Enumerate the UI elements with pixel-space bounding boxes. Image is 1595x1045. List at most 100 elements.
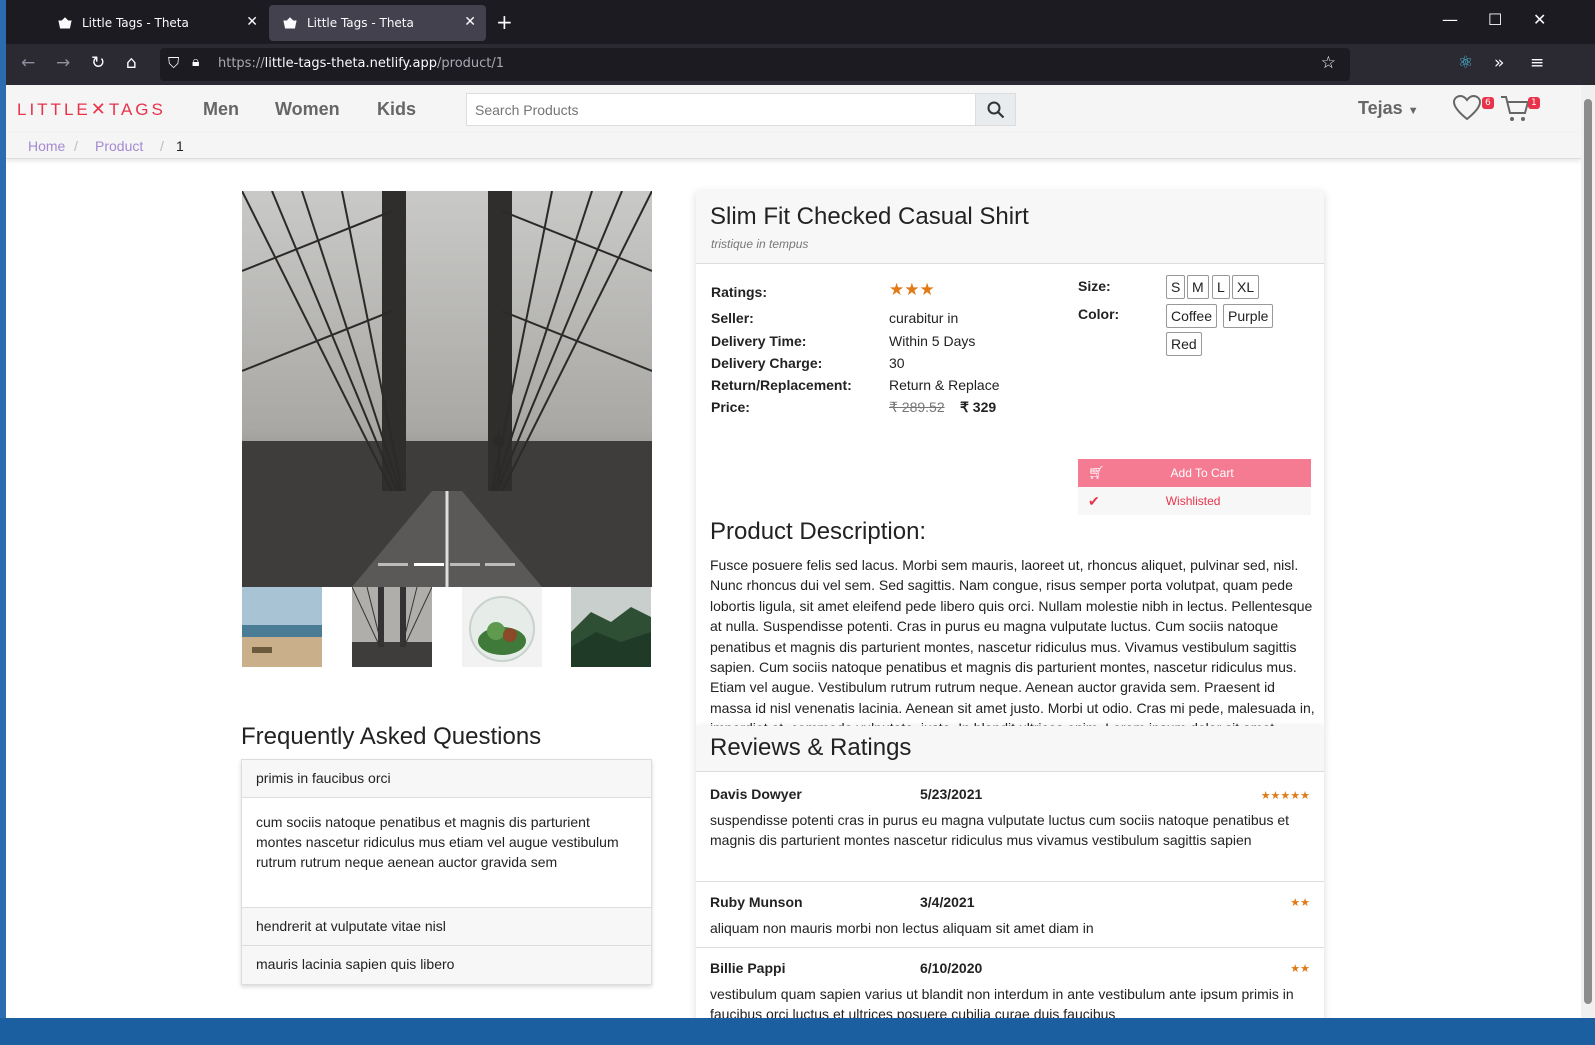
nav-women[interactable]: Women — [275, 99, 340, 120]
description-title: Product Description: — [710, 518, 927, 545]
reviewer-name: Ruby Munson — [710, 894, 803, 910]
breadcrumb-separator: / — [74, 138, 78, 154]
forward-icon[interactable]: → — [56, 53, 70, 73]
back-icon[interactable]: ← — [21, 53, 35, 73]
hamburger-menu-icon[interactable]: ≡ — [1530, 53, 1544, 73]
carousel-indicator[interactable] — [485, 563, 515, 566]
seller-label: Seller: — [711, 310, 754, 326]
nav-men[interactable]: Men — [203, 99, 239, 120]
maximize-icon[interactable]: ☐ — [1488, 10, 1502, 29]
faq-question[interactable]: mauris lacinia sapien quis libero — [242, 946, 651, 984]
cart-count-badge: 1 — [1528, 97, 1540, 109]
url-text[interactable]: https://little-tags-theta.netlify.app/pr… — [218, 56, 504, 71]
tab-title: Little Tags - Theta — [307, 16, 414, 30]
page-scrollbar[interactable] — [1581, 85, 1595, 1045]
minimize-icon[interactable]: — — [1442, 10, 1458, 29]
user-menu[interactable]: Tejas ▼ — [1358, 98, 1419, 119]
url-bar[interactable]: ⛉ 🔒︎ https://little-tags-theta.netlify.a… — [160, 48, 1350, 81]
check-icon: ✔ — [1088, 492, 1100, 509]
review-text: suspendisse potenti cras in purus eu mag… — [710, 812, 1290, 849]
heart-icon — [1452, 94, 1482, 121]
close-tab-icon[interactable]: ✕ — [246, 14, 258, 30]
basket-icon — [58, 17, 72, 29]
search-input[interactable] — [467, 94, 967, 125]
review-stars: ★★★★★ — [1260, 790, 1310, 802]
review-date: 3/4/2021 — [920, 894, 975, 910]
react-devtools-icon[interactable]: ⚛ — [1458, 53, 1473, 73]
cart-button[interactable]: 1 — [1500, 95, 1540, 127]
product-header: Slim Fit Checked Casual Shirt tristique … — [696, 191, 1324, 264]
carousel-indicator[interactable] — [378, 563, 408, 566]
delivery-charge-label: Delivery Charge: — [711, 355, 823, 371]
size-option-m[interactable]: M — [1187, 275, 1209, 299]
size-option-xl[interactable]: XL — [1232, 275, 1260, 299]
thumbnail-forest[interactable] — [571, 587, 651, 667]
review-date: 6/10/2020 — [920, 960, 983, 976]
search-button[interactable] — [975, 94, 1015, 125]
close-window-icon[interactable]: ✕ — [1533, 10, 1546, 29]
faq-question[interactable]: hendrerit at vulputate vitae nisl — [242, 908, 651, 946]
bookmark-star-icon[interactable]: ☆ — [1321, 53, 1336, 73]
delivery-time-value: Within 5 Days — [889, 333, 976, 349]
breadcrumb-separator: / — [160, 138, 164, 154]
add-to-cart-button[interactable]: 🛒︎ Add To Cart — [1078, 459, 1311, 487]
thumbnail-beach[interactable] — [242, 587, 322, 667]
shield-icon[interactable]: ⛉ — [168, 54, 179, 72]
nav-kids[interactable]: Kids — [377, 99, 416, 120]
breadcrumb-home[interactable]: Home — [28, 138, 65, 154]
color-option-coffee[interactable]: Coffee — [1166, 304, 1217, 328]
home-icon[interactable]: ⌂ — [126, 53, 137, 73]
faq-title: Frequently Asked Questions — [241, 723, 542, 750]
wishlisted-button[interactable]: ✔ Wishlisted — [1078, 487, 1311, 515]
review-item: Davis Dowyer 5/23/2021 ★★★★★ suspendisse… — [696, 772, 1324, 882]
site-header: LITTLE✕TAGS Men Women Kids Tejas ▼ 6 1 — [6, 85, 1581, 133]
reload-icon[interactable]: ↻ — [91, 53, 105, 73]
color-label: Color: — [1078, 306, 1120, 322]
color-option-red[interactable]: Red — [1166, 332, 1202, 356]
product-image-carousel[interactable] — [242, 191, 652, 587]
scrollbar-thumb[interactable] — [1584, 99, 1592, 1004]
delivery-time-label: Delivery Time: — [711, 333, 807, 349]
return-value: Return & Replace — [889, 377, 1000, 393]
old-price: ₹ 289.52 — [889, 399, 945, 415]
close-tab-icon[interactable]: ✕ — [464, 14, 476, 30]
tab-title: Little Tags - Theta — [82, 16, 189, 30]
extensions-overflow-icon[interactable]: » — [1494, 53, 1504, 73]
carousel-indicator-active[interactable] — [414, 563, 444, 566]
reviewer-name: Davis Dowyer — [710, 786, 802, 802]
basket-icon — [283, 17, 297, 29]
review-text: aliquam non mauris morbi non lectus aliq… — [710, 920, 1094, 936]
thumbnail-terrarium[interactable] — [462, 587, 542, 667]
review-date: 5/23/2021 — [920, 786, 983, 802]
size-option-s[interactable]: S — [1166, 275, 1186, 299]
lock-icon[interactable]: 🔒︎ — [192, 54, 199, 70]
thumbnail-bridge[interactable] — [352, 587, 432, 667]
browser-tab-2[interactable]: Little Tags - Theta ✕ — [269, 5, 486, 41]
faq-answer: cum sociis natoque penatibus et magnis d… — [242, 798, 651, 908]
review-stars: ★★ — [1290, 963, 1310, 975]
review-stars: ★★ — [1290, 897, 1310, 909]
wishlist-button[interactable]: 6 — [1452, 94, 1494, 125]
color-option-purple[interactable]: Purple — [1223, 304, 1274, 328]
carousel-indicator[interactable] — [450, 563, 480, 566]
logo-cross-icon: ✕ — [90, 99, 109, 119]
size-label: Size: — [1078, 278, 1111, 294]
search-icon — [987, 101, 1004, 118]
faq-question[interactable]: primis in faucibus orci — [242, 760, 651, 798]
breadcrumb-product[interactable]: Product — [95, 138, 143, 154]
product-title: Slim Fit Checked Casual Shirt — [710, 203, 1029, 230]
site-logo[interactable]: LITTLE✕TAGS — [17, 99, 166, 120]
product-subtitle: tristique in tempus — [711, 237, 809, 251]
size-option-l[interactable]: L — [1212, 275, 1230, 299]
tab-bar: Little Tags - Theta ✕ Little Tags - Thet… — [6, 0, 1595, 44]
search-box — [466, 93, 1016, 126]
new-tab-icon[interactable]: + — [496, 10, 513, 34]
ratings-label: Ratings: — [711, 284, 767, 300]
breadcrumb: Home / Product / 1 — [6, 133, 1581, 159]
reviews-section: Reviews & Ratings Davis Dowyer 5/23/2021… — [696, 726, 1324, 1045]
browser-tab-1[interactable]: Little Tags - Theta ✕ — [44, 5, 268, 41]
product-details-card: Slim Fit Checked Casual Shirt tristique … — [696, 191, 1324, 797]
return-label: Return/Replacement: — [711, 377, 852, 393]
browser-window: Little Tags - Theta ✕ Little Tags - Thet… — [6, 0, 1595, 1045]
taskbar — [0, 1018, 1595, 1045]
